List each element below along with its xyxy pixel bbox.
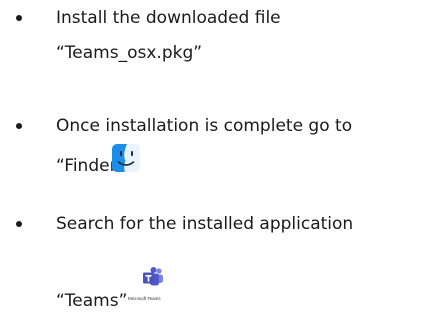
step-1-filename: “Teams_osx.pkg” <box>56 43 203 63</box>
step-3-teams-label: “Teams” <box>56 291 128 311</box>
bullet-dot <box>16 221 22 227</box>
bullet-dot <box>16 15 22 21</box>
instruction-list: Install the downloaded file “Teams_osx.p… <box>0 0 428 324</box>
bullet-dot <box>16 123 22 129</box>
step-3-text: Search for the installed application <box>56 214 354 234</box>
step-1-text: Install the downloaded file <box>56 8 281 28</box>
teams-icon-caption: Microsoft Teams <box>128 296 161 301</box>
microsoft-teams-icon <box>143 267 163 286</box>
step-2-text: Once installation is complete go to <box>56 116 353 136</box>
finder-icon <box>112 144 140 172</box>
